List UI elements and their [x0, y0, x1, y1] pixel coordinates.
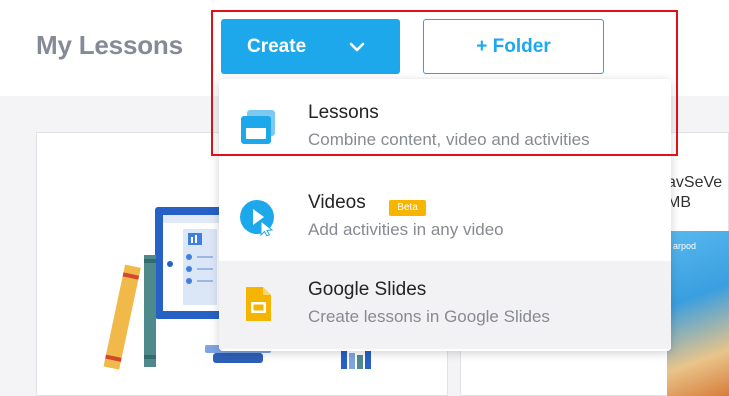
menu-item-google-slides[interactable]: Google Slides Create lessons in Google S… [219, 261, 671, 349]
menu-item-videos[interactable]: Videos Beta Add activities in any video [219, 174, 671, 262]
menu-item-title: Google Slides [308, 279, 427, 300]
create-dropdown-menu: Lessons Combine content, video and activ… [219, 79, 671, 351]
menu-item-lessons[interactable]: Lessons Combine content, video and activ… [219, 84, 671, 172]
page-title: My Lessons [36, 30, 183, 60]
create-button-label: Create [247, 35, 307, 57]
lesson-window-icon [241, 110, 275, 144]
menu-item-description: Combine content, video and activities [308, 130, 590, 149]
add-folder-button[interactable]: + Folder [423, 19, 604, 74]
menu-item-description: Create lessons in Google Slides [308, 307, 550, 326]
card-thumbnail: arpod [667, 231, 729, 396]
chevron-down-icon [349, 42, 365, 52]
google-slides-icon [246, 287, 271, 321]
thumbnail-label: arpod [673, 241, 697, 251]
create-button[interactable]: Create [221, 19, 400, 74]
beta-badge: Beta [389, 200, 426, 216]
menu-item-title: Lessons [308, 102, 379, 123]
video-play-icon [240, 200, 274, 236]
card-title: avSeVe MB [667, 174, 723, 211]
menu-item-description: Add activities in any video [308, 220, 504, 239]
menu-item-title: Videos [308, 192, 366, 213]
